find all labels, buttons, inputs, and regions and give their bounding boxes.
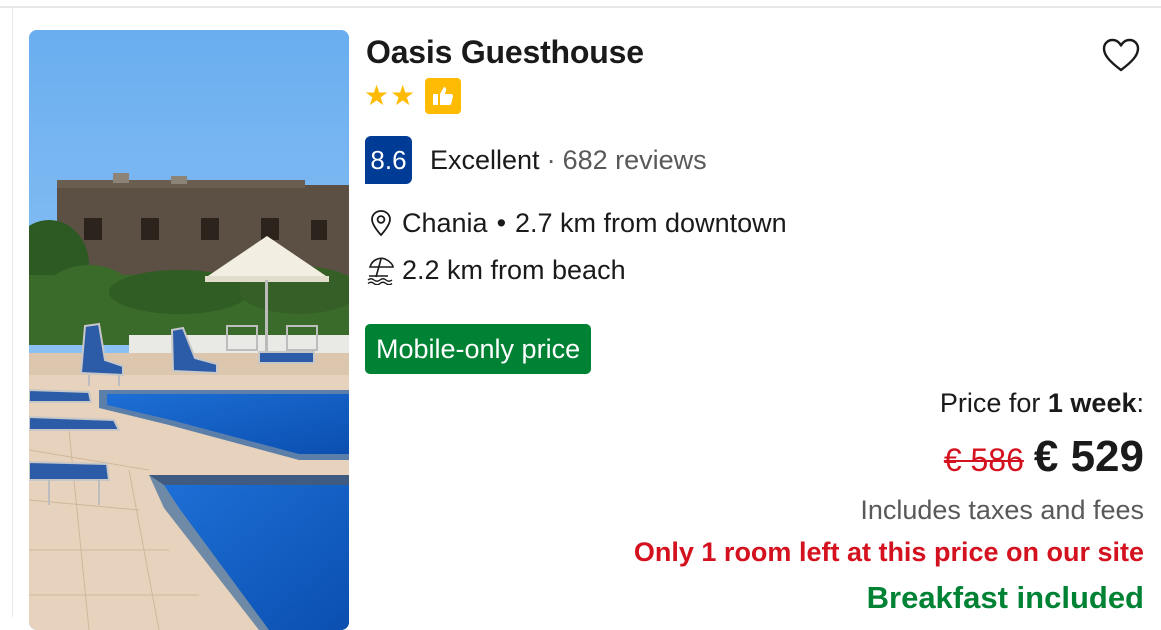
beach-umbrella-icon (366, 255, 396, 285)
original-price: € 586 (943, 442, 1024, 478)
price-duration-label: Price for 1 week: (940, 388, 1144, 419)
beach-distance-line: 2.2 km from beach (366, 253, 626, 287)
review-score-badge: 8.6 (365, 136, 412, 184)
price-line: € 586 € 529 (944, 432, 1144, 482)
heart-outline-icon[interactable] (1099, 34, 1143, 78)
star-icon: ★ (390, 80, 416, 111)
price-label-suffix: : (1136, 388, 1144, 418)
price-label-prefix: Price for (939, 388, 1048, 418)
map-pin-icon (366, 208, 396, 238)
location-city: Chania (402, 207, 488, 238)
review-separator: · (546, 144, 556, 175)
property-card[interactable]: Oasis Guesthouse ★ ★ 8.6 Excellent · 682… (13, 8, 1161, 630)
property-photo[interactable] (29, 30, 349, 630)
property-name[interactable]: Oasis Guesthouse (366, 34, 644, 71)
scarcity-message: Only 1 room left at this price on our si… (633, 537, 1144, 567)
breakfast-included: Breakfast included (866, 580, 1144, 615)
thumbs-up-icon[interactable] (425, 78, 462, 114)
star-rating: ★ ★ (364, 78, 462, 114)
review-score-word: Excellent (430, 144, 540, 175)
review-summary[interactable]: 8.6 Excellent · 682 reviews (365, 136, 707, 184)
review-count: 682 reviews (562, 144, 707, 175)
location-distance: 2.7 km from downtown (515, 207, 787, 238)
location-line[interactable]: Chania • 2.7 km from downtown (366, 206, 787, 240)
star-icon: ★ (364, 80, 390, 111)
price-duration: 1 week (1047, 388, 1137, 418)
current-price: € 529 (1033, 432, 1144, 481)
beach-distance: 2.2 km from beach (402, 254, 626, 285)
location-bullet: • (496, 207, 507, 238)
taxes-note: Includes taxes and fees (860, 495, 1144, 525)
mobile-only-price-badge: Mobile-only price (365, 324, 592, 374)
